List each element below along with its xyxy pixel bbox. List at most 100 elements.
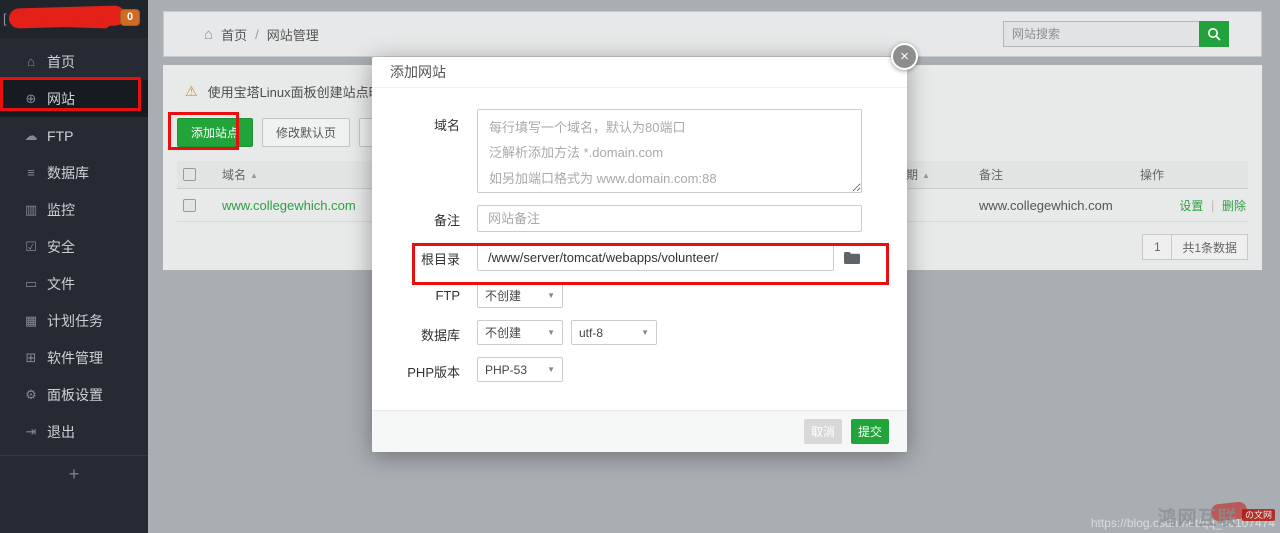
- folder-icon: [844, 251, 860, 264]
- sidebar-item-files[interactable]: ▭ 文件: [0, 265, 148, 302]
- cancel-button[interactable]: 取消: [804, 419, 842, 444]
- row-checkbox[interactable]: [183, 198, 196, 212]
- sidebar-item-label: FTP: [47, 127, 74, 144]
- domain-field-row: 域名: [382, 109, 907, 193]
- sidebar-item-home[interactable]: ⌂ 首页: [0, 43, 148, 80]
- database-label: 数据库: [420, 328, 460, 343]
- sidebar-item-monitor[interactable]: ▥ 监控: [0, 191, 148, 228]
- globe-icon: ⊕: [25, 90, 37, 106]
- action-column-header: 操作: [1140, 168, 1165, 182]
- ftp-label: FTP: [435, 288, 460, 303]
- cloud-icon: ☁: [24, 127, 38, 143]
- logo-text-fragment: [: [3, 11, 7, 26]
- sidebar-item-website[interactable]: ⊕ 网站: [0, 80, 148, 117]
- site-delete-link[interactable]: 删除: [1222, 199, 1246, 213]
- sidebar-item-database[interactable]: ≡ 数据库: [0, 154, 148, 191]
- message-count-badge[interactable]: 0: [120, 9, 140, 26]
- php-field-row: PHP版本 PHP-53 ▼: [382, 357, 907, 382]
- shield-icon: ☑: [25, 238, 37, 254]
- search-button[interactable]: [1199, 21, 1229, 47]
- database-icon: ≡: [27, 165, 35, 180]
- breadcrumb: ⌂ 首页 / 网站管理: [204, 25, 319, 44]
- note-column-header: 备注: [979, 168, 1004, 182]
- sidebar-nav: ⌂ 首页 ⊕ 网站 ☁ FTP ≡ 数据库 ▥ 监控 ☑ 安全 ▭ 文件 ▦ 计: [0, 38, 148, 450]
- note-label: 备注: [433, 213, 460, 228]
- ftp-field-row: FTP 不创建 ▼: [382, 283, 907, 308]
- breadcrumb-separator: /: [255, 26, 259, 42]
- browse-folder-button[interactable]: [841, 244, 863, 271]
- php-version-select[interactable]: PHP-53 ▼: [477, 357, 563, 382]
- charset-select[interactable]: utf-8 ▼: [571, 320, 657, 345]
- site-domain-link[interactable]: www.collegewhich.com: [222, 198, 356, 213]
- dialog-title: 添加网站: [372, 57, 907, 88]
- sidebar-item-label: 计划任务: [47, 312, 103, 329]
- home-icon: ⌂: [27, 54, 35, 69]
- root-field-row: 根目录: [382, 244, 907, 271]
- page-number[interactable]: 1: [1142, 234, 1173, 260]
- database-field-row: 数据库 不创建 ▼ utf-8 ▼: [382, 320, 907, 345]
- select-all-cell: [177, 168, 205, 181]
- ftp-select[interactable]: 不创建 ▼: [477, 283, 563, 308]
- root-path-input[interactable]: [477, 244, 834, 271]
- sidebar-item-cron[interactable]: ▦ 计划任务: [0, 302, 148, 339]
- logout-icon: ⇥: [25, 423, 37, 439]
- dialog-footer: 取消 提交: [372, 410, 907, 452]
- sidebar-item-label: 面板设置: [47, 386, 103, 403]
- note-cell: www.collegewhich.com: [979, 197, 1113, 213]
- sidebar-item-label: 数据库: [47, 164, 89, 181]
- calendar-icon: ▦: [24, 312, 38, 328]
- search-icon: [1208, 28, 1221, 41]
- select-all-checkbox[interactable]: [183, 168, 196, 181]
- sidebar-item-label: 网站: [47, 90, 75, 107]
- chevron-down-icon: ▼: [641, 328, 649, 337]
- chevron-down-icon: ▼: [547, 328, 555, 337]
- total-count-label: 共1条数据: [1171, 234, 1248, 260]
- dialog-body: 域名 备注 根目录 FTP 不创建▼ 数据库 不创建▼ utf-8▼ PHP版本…: [372, 88, 907, 382]
- sidebar-item-label: 监控: [47, 201, 75, 218]
- sidebar: [ 0 ⌂ 首页 ⊕ 网站 ☁ FTP ≡ 数据库 ▥ 监控 ☑ 安全 ▭ 文件…: [0, 0, 148, 533]
- php-version-label: PHP版本: [407, 365, 460, 380]
- sidebar-item-label: 文件: [47, 275, 75, 292]
- site-search: [1003, 21, 1229, 47]
- gear-icon: ⚙: [25, 386, 37, 402]
- logo-bar: [ 0: [0, 0, 148, 38]
- monitor-icon: ▥: [24, 201, 38, 217]
- sidebar-item-settings[interactable]: ⚙ 面板设置: [0, 376, 148, 413]
- home-icon: ⌂: [204, 25, 214, 43]
- sort-asc-icon: ▲: [922, 171, 930, 180]
- database-select[interactable]: 不创建 ▼: [477, 320, 563, 345]
- row-select-cell: [177, 198, 205, 212]
- chevron-down-icon: ▼: [547, 365, 555, 374]
- top-bar: ⌂ 首页 / 网站管理: [163, 11, 1262, 57]
- sidebar-item-label: 退出: [47, 423, 75, 440]
- warning-icon: ⚠: [185, 83, 198, 99]
- action-separator: |: [1210, 197, 1215, 213]
- sidebar-item-logout[interactable]: ⇥ 退出: [0, 413, 148, 450]
- modify-default-page-button[interactable]: 修改默认页: [262, 118, 351, 147]
- note-field-row: 备注: [382, 205, 907, 232]
- sort-asc-icon: ▲: [250, 171, 258, 180]
- grid-icon: ⊞: [25, 349, 37, 365]
- breadcrumb-home[interactable]: 首页: [221, 25, 247, 44]
- submit-button[interactable]: 提交: [851, 419, 889, 444]
- search-input[interactable]: [1003, 21, 1199, 47]
- breadcrumb-current: 网站管理: [266, 27, 319, 43]
- add-website-dialog: 添加网站 域名 备注 根目录 FTP 不创建▼ 数据库 不创建▼ utf-8▼ …: [372, 57, 907, 452]
- folder-icon: ▭: [24, 275, 38, 291]
- chevron-down-icon: ▼: [547, 291, 555, 300]
- root-label: 根目录: [420, 252, 460, 267]
- note-input[interactable]: [477, 205, 862, 232]
- sidebar-item-software[interactable]: ⊞ 软件管理: [0, 339, 148, 376]
- sidebar-item-label: 软件管理: [47, 349, 103, 366]
- sidebar-item-label: 安全: [47, 238, 75, 255]
- site-settings-link[interactable]: 设置: [1179, 199, 1203, 213]
- sidebar-item-label: 首页: [47, 53, 75, 70]
- action-cell: 设置 | 删除: [1125, 197, 1248, 214]
- domain-label: 域名: [433, 118, 460, 133]
- close-icon[interactable]: ×: [891, 43, 918, 70]
- domain-textarea[interactable]: [477, 109, 862, 193]
- sidebar-item-security[interactable]: ☑ 安全: [0, 228, 148, 265]
- sidebar-item-ftp[interactable]: ☁ FTP: [0, 117, 148, 154]
- add-site-button[interactable]: 添加站点: [177, 118, 254, 147]
- sidebar-add-button[interactable]: +: [0, 456, 148, 492]
